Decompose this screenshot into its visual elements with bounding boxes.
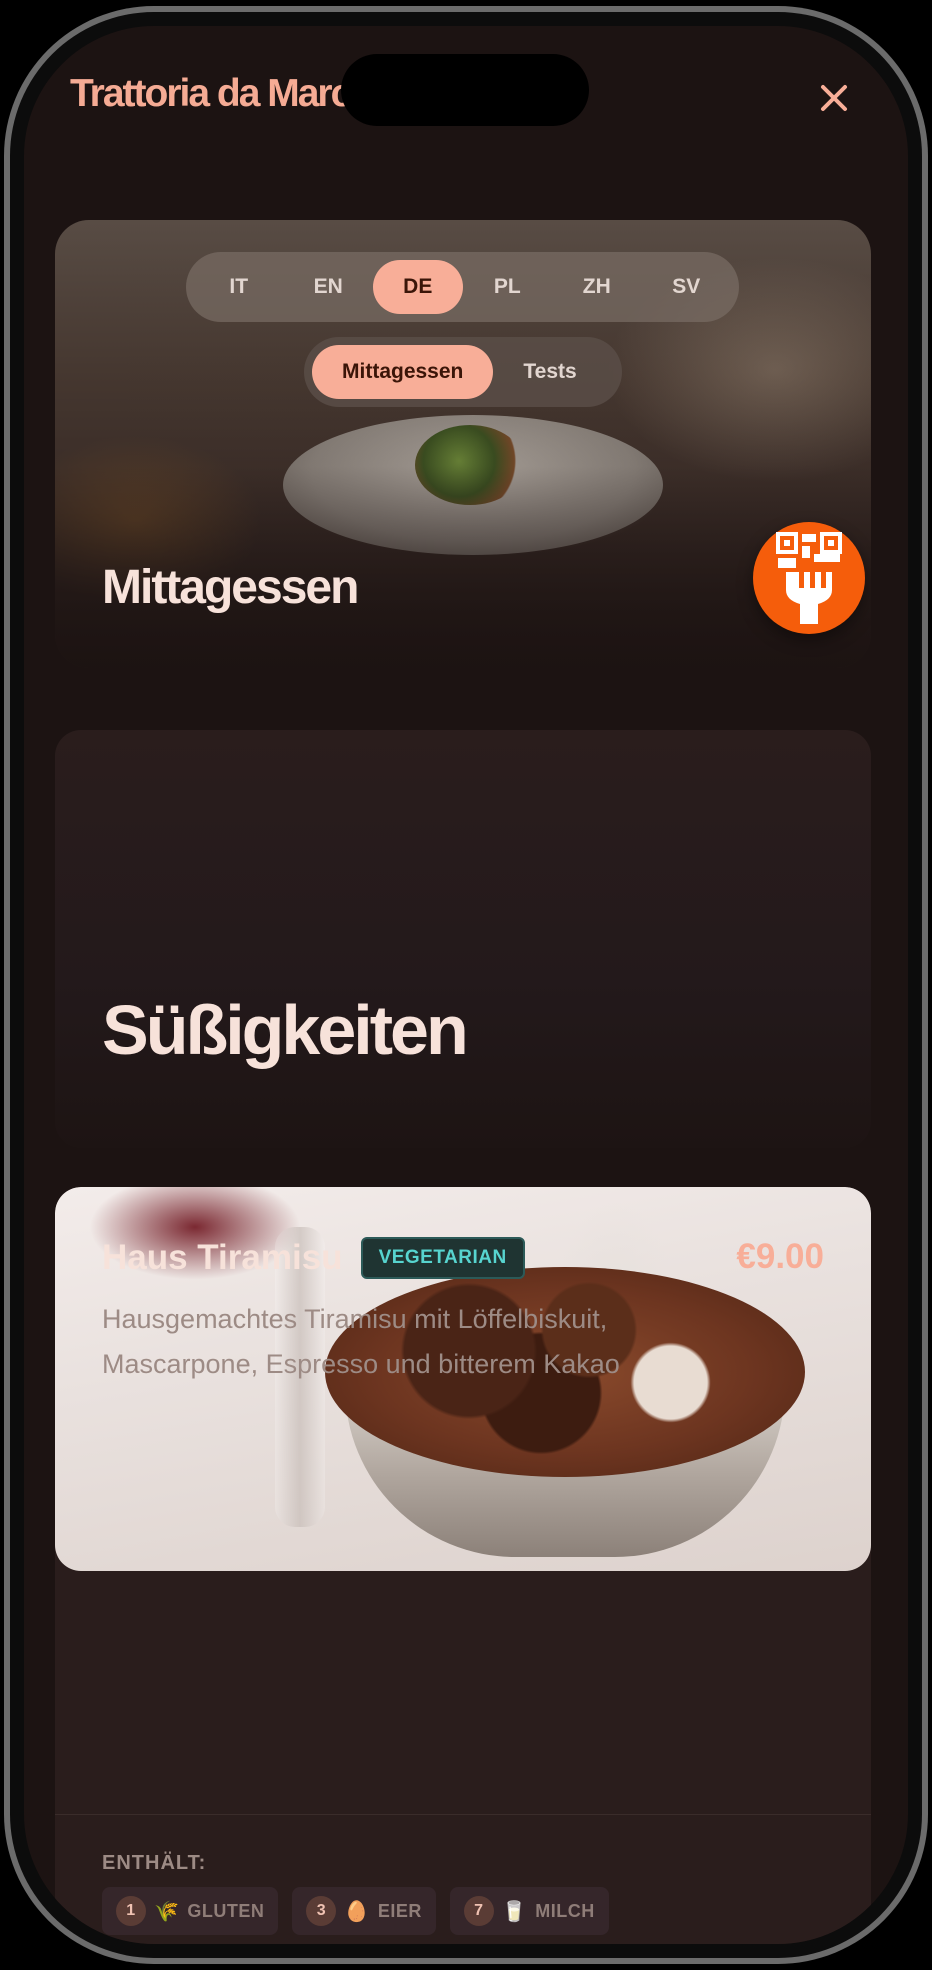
- allergen-number: 1: [116, 1896, 146, 1926]
- wheat-icon: 🌾: [154, 1900, 180, 1923]
- dish-name: Haus Tiramisu: [102, 1238, 343, 1277]
- allergen-label: MILCH: [535, 1900, 595, 1921]
- allergens-label: ENTHÄLT:: [102, 1852, 207, 1874]
- phone-frame: Trattoria da Marco IT EN DE PL ZH SV Mit…: [4, 6, 928, 1964]
- dish-card[interactable]: Haus Tiramisu VEGETARIAN €9.00 Hausgemac…: [55, 1187, 871, 1944]
- milk-icon: 🥛: [501, 1900, 528, 1923]
- language-option-sv[interactable]: SV: [642, 260, 732, 314]
- menu-tab-mittagessen[interactable]: Mittagessen: [312, 345, 494, 399]
- allergen-chip-eier: 3 🥚 EIER: [292, 1887, 436, 1935]
- language-option-pl[interactable]: PL: [463, 260, 553, 314]
- language-option-zh[interactable]: ZH: [552, 260, 642, 314]
- menu-hero: IT EN DE PL ZH SV Mittagessen Tests Mitt…: [55, 220, 871, 668]
- allergen-list: 1 🌾 GLUTEN 3 🥚 EIER 7 🥛 MILCH: [102, 1887, 609, 1935]
- app-title: Trattoria da Marco: [70, 72, 374, 115]
- menu-title: Mittagessen: [102, 561, 359, 614]
- dish-price: €9.00: [736, 1237, 824, 1276]
- allergen-chip-milch: 7 🥛 MILCH: [449, 1887, 609, 1935]
- allergen-number: 7: [463, 1896, 494, 1926]
- allergen-chip-gluten: 1 🌾 GLUTEN: [102, 1887, 279, 1935]
- phone-bezel: Trattoria da Marco IT EN DE PL ZH SV Mit…: [10, 12, 922, 1958]
- allergen-number: 3: [306, 1896, 337, 1926]
- vegetarian-badge: VEGETARIAN: [360, 1237, 525, 1279]
- divider: [55, 1814, 871, 1815]
- dynamic-island: [341, 54, 589, 126]
- menu-selector: Mittagessen Tests: [304, 337, 622, 407]
- language-option-en[interactable]: EN: [284, 260, 374, 314]
- close-icon: [821, 85, 847, 111]
- language-option-de[interactable]: DE: [373, 260, 463, 314]
- close-button[interactable]: [814, 78, 854, 118]
- language-option-it[interactable]: IT: [194, 260, 284, 314]
- egg-icon: 🥚: [344, 1900, 370, 1923]
- allergen-label: EIER: [377, 1900, 422, 1921]
- qr-fork-icon: [776, 532, 842, 624]
- menu-tab-tests[interactable]: Tests: [493, 345, 606, 399]
- dish-description: Hausgemachtes Tiramisu mit Löffelbiskuit…: [102, 1304, 620, 1379]
- category-header: Süßigkeiten: [55, 730, 871, 1148]
- category-title: Süßigkeiten: [102, 991, 469, 1069]
- qr-menu-button[interactable]: [753, 522, 865, 634]
- screen: Trattoria da Marco IT EN DE PL ZH SV Mit…: [24, 26, 908, 1944]
- dish-name-row: Haus Tiramisu VEGETARIAN: [102, 1237, 525, 1279]
- allergen-label: GLUTEN: [187, 1900, 265, 1921]
- language-selector: IT EN DE PL ZH SV: [186, 252, 739, 322]
